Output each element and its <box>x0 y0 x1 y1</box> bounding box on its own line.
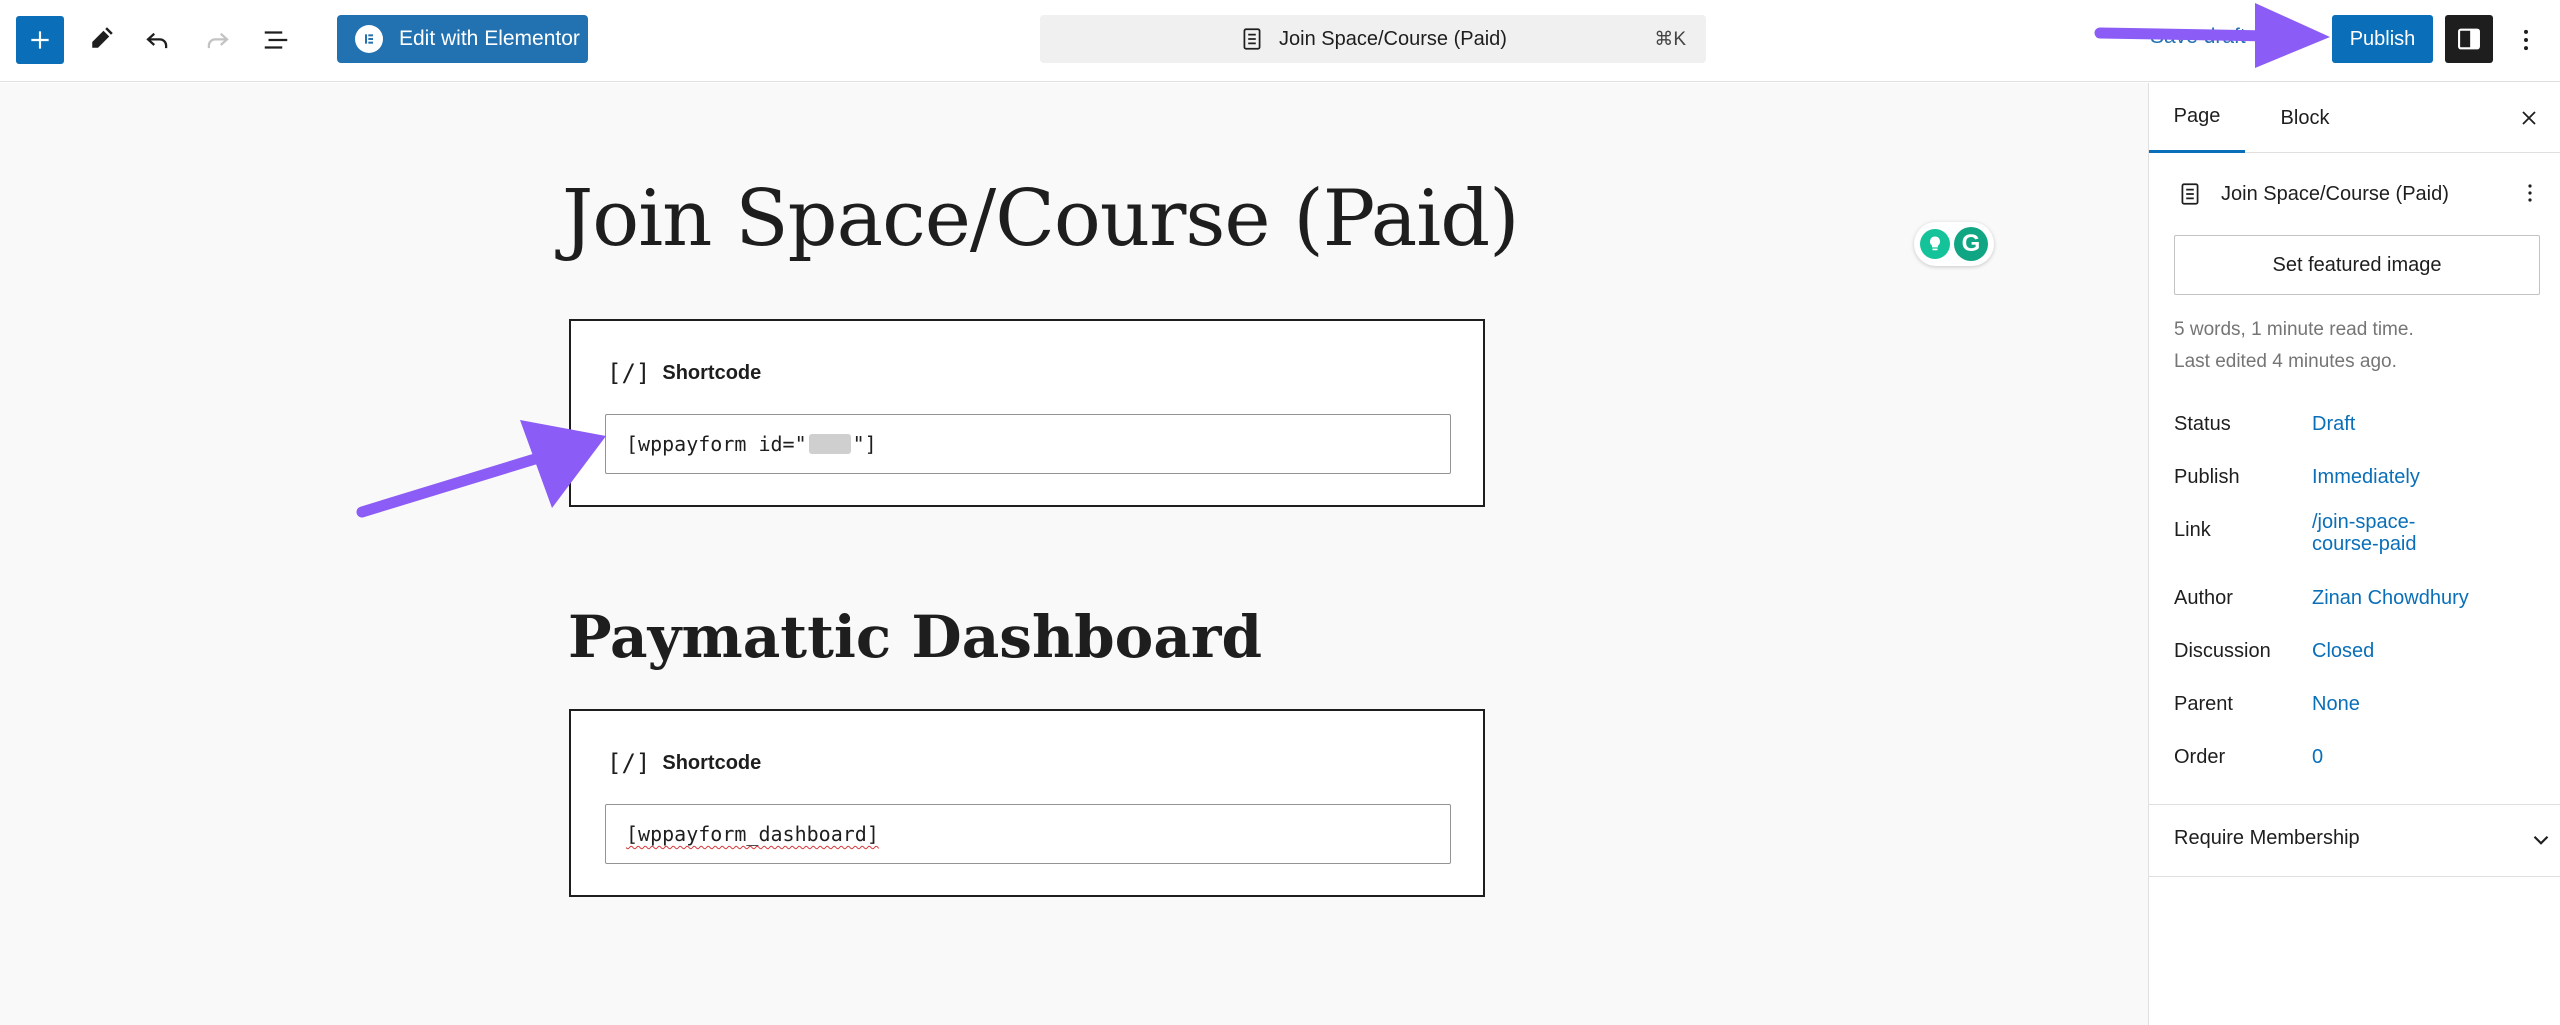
status-value[interactable]: Draft <box>2312 413 2462 435</box>
undo-icon <box>146 32 168 49</box>
shortcode-block-dashboard[interactable]: [/] Shortcode [wppayform_dashboard] <box>569 709 1485 897</box>
parent-label: Parent <box>2174 693 2233 715</box>
shortcode-label: Shortcode <box>662 751 762 774</box>
close-icon <box>2522 111 2536 125</box>
pencil-icon <box>92 27 113 48</box>
publish-button[interactable]: Publish <box>2332 15 2433 63</box>
tab-page[interactable]: Page <box>2149 83 2245 153</box>
sidebar-document-title: Join Space/Course (Paid) <box>2221 182 2449 205</box>
list-view-icon <box>264 31 288 49</box>
lightbulb-icon <box>1920 229 1950 259</box>
undo-button[interactable] <box>134 16 182 64</box>
command-palette-bar[interactable]: Join Space/Course (Paid) ⌘K <box>1040 15 1706 63</box>
shortcode-icon: [/] <box>607 359 651 387</box>
discussion-label: Discussion <box>2174 640 2271 662</box>
document-overview-button[interactable] <box>252 16 300 64</box>
block-inserter-button[interactable] <box>16 16 64 64</box>
redo-icon <box>207 32 229 49</box>
tab-block[interactable]: Block <box>2265 83 2345 153</box>
elementor-icon <box>355 25 383 53</box>
document-actions-button[interactable] <box>2514 175 2546 211</box>
author-label: Author <box>2174 587 2233 609</box>
grammarly-widget[interactable]: G <box>1914 222 1994 266</box>
order-label: Order <box>2174 746 2226 768</box>
order-value[interactable]: 0 <box>2312 746 2462 768</box>
elementor-label: Edit with Elementor <box>399 27 580 50</box>
tools-button[interactable] <box>76 16 124 64</box>
keyboard-shortcut: ⌘K <box>1654 29 1686 50</box>
kebab-icon <box>2528 184 2532 202</box>
shortcode-value-suffix: "] <box>852 432 877 456</box>
last-edited: Last edited 4 minutes ago. <box>2174 351 2397 372</box>
close-sidebar-button[interactable] <box>2511 100 2547 136</box>
plus-icon <box>31 31 49 49</box>
shortcode-input-dashboard[interactable]: [wppayform_dashboard] <box>605 804 1451 864</box>
section-heading[interactable]: Paymattic Dashboard <box>568 603 1262 671</box>
shortcode-icon: [/] <box>607 749 651 777</box>
author-value[interactable]: Zinan Chowdhury <box>2312 587 2512 609</box>
edit-with-elementor-button[interactable]: Edit with Elementor <box>337 15 588 63</box>
publish-value[interactable]: Immediately <box>2312 466 2462 488</box>
link-label: Link <box>2174 519 2211 541</box>
page-icon <box>1243 28 1261 50</box>
sidebar-tabs: Page Block <box>2149 83 2560 153</box>
require-membership-panel[interactable]: Require Membership <box>2174 827 2549 850</box>
grammarly-icon: G <box>1954 227 1988 261</box>
word-count: 5 words, 1 minute read time. <box>2174 319 2414 340</box>
redo-button[interactable] <box>193 16 241 64</box>
document-title: Join Space/Course (Paid) <box>1279 27 1507 50</box>
discussion-value[interactable]: Closed <box>2312 640 2462 662</box>
shortcode-value: [wppayform_dashboard] <box>626 822 879 846</box>
panel-divider <box>2149 804 2560 805</box>
publish-label: Publish <box>2174 466 2240 488</box>
require-membership-label: Require Membership <box>2174 827 2360 849</box>
page-icon <box>2181 183 2199 205</box>
set-featured-image-button[interactable]: Set featured image <box>2174 235 2540 295</box>
shortcode-label: Shortcode <box>662 361 762 384</box>
shortcode-block[interactable]: [/] Shortcode [wppayform id=" "] <box>569 319 1485 507</box>
panel-divider <box>2149 876 2560 877</box>
shortcode-input[interactable]: [wppayform id=" "] <box>605 414 1451 474</box>
status-label: Status <box>2174 413 2231 435</box>
link-value[interactable]: /join-space-course-paid <box>2312 511 2432 555</box>
shortcode-value-prefix: [wppayform id=" <box>626 432 807 456</box>
sidebar-icon <box>2458 28 2480 50</box>
save-draft-button[interactable]: Save draft <box>2150 25 2246 49</box>
editor-canvas: Join Space/Course (Paid) [/] Shortcode [… <box>0 83 2148 1025</box>
kebab-icon <box>2524 29 2528 51</box>
settings-sidebar-toggle[interactable] <box>2445 15 2493 63</box>
settings-sidebar: Page Block Join Space/Course (Paid) Set … <box>2148 83 2560 1025</box>
page-title[interactable]: Join Space/Course (Paid) <box>562 174 1520 264</box>
parent-value[interactable]: None <box>2312 693 2462 715</box>
editor-toolbar: Edit with Elementor Join Space/Course (P… <box>0 0 2560 82</box>
chevron-down-icon <box>2533 835 2549 845</box>
document-summary: Join Space/Course (Paid) <box>2177 181 2547 207</box>
options-menu-button[interactable] <box>2504 16 2548 64</box>
redacted-form-id <box>808 434 851 454</box>
